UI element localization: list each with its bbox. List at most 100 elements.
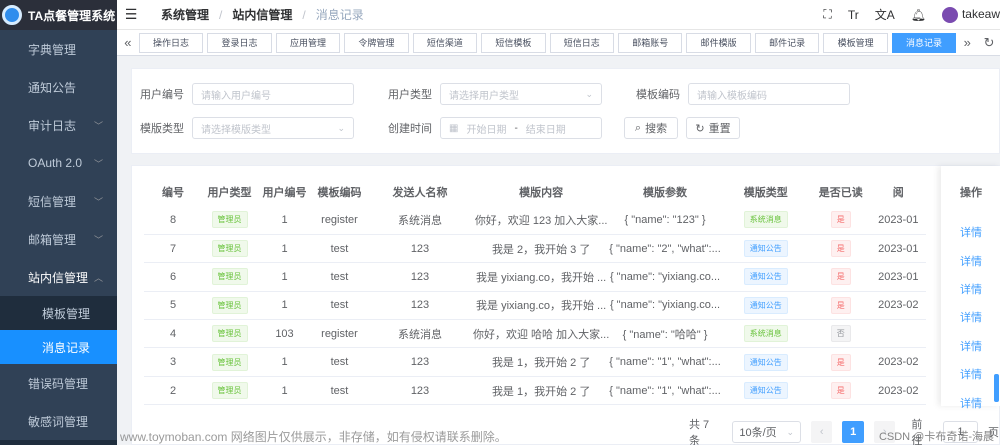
table-row[interactable]: 6 管理员 1 test 123 我是 yixiang.co，我开始 ...{ "name…	[144, 262, 926, 292]
detail-link[interactable]: 详情	[941, 388, 1000, 416]
page-size-select[interactable]: 10条/页 ⌄	[732, 421, 802, 443]
tags-scroll-left-icon[interactable]: «	[117, 35, 139, 50]
cell-user-type: 管理员	[202, 291, 257, 321]
cell-type: 通知公告	[720, 234, 811, 264]
font-size-icon[interactable]: Tr	[848, 8, 859, 22]
cell-code: test	[312, 291, 367, 321]
cell-sender: 123	[367, 291, 473, 321]
chevron-down-icon: ⌄	[585, 88, 593, 99]
sidebar-item[interactable]: 敏感词管理	[0, 402, 117, 440]
chevron-down-icon: ﹀	[93, 120, 103, 131]
start-date[interactable]: 开始日期	[466, 121, 506, 136]
cell-code: register	[312, 206, 367, 235]
sidebar-item[interactable]: 错误码管理	[0, 364, 117, 402]
sidebar-item[interactable]: 站内信管理 ︿	[0, 258, 117, 296]
detail-link[interactable]: 详情	[941, 275, 1000, 303]
sidebar-item[interactable]: 字典管理	[0, 30, 117, 68]
user-no-input[interactable]: 请输入用户编号	[192, 83, 354, 105]
detail-link[interactable]: 详情	[941, 303, 1000, 331]
user-menu[interactable]: takeaw	[941, 6, 1000, 23]
detail-link[interactable]: 详情	[941, 360, 1000, 388]
search-button[interactable]: ⌕ 搜索	[624, 117, 678, 139]
bell-icon[interactable]: 🔔︎	[911, 8, 926, 22]
message-table-card: 编号 用户类型 用户编号 模板编码 发送人名称 模版内容 模版参数 模版类型 是否已读 阅 8 管理…	[131, 165, 1000, 445]
cell-read: 否	[810, 319, 871, 349]
cell-content: 我是 2，我开始 3 了	[473, 234, 610, 264]
table-row[interactable]: 4 管理员 103 register 系统消息 你好，欢迎 哈哈 加入大家...{ "na…	[144, 319, 926, 349]
cell-type: 通知公告	[720, 291, 811, 321]
breadcrumb-item-notify[interactable]: 站内信管理	[232, 6, 292, 23]
page-number-current[interactable]: 1	[842, 421, 864, 443]
tag-item[interactable]: 邮件模版	[686, 32, 751, 53]
cell-user-type: 管理员	[202, 262, 257, 292]
refresh-icon: ↻	[695, 122, 705, 135]
tag-item[interactable]: 令牌管理	[344, 32, 409, 53]
prev-page-button[interactable]: ‹	[811, 421, 833, 443]
cell-id: 5	[144, 291, 202, 321]
cell-sender: 123	[367, 376, 473, 406]
tag-item[interactable]: 短信模板	[481, 32, 546, 53]
cell-sender: 123	[367, 347, 473, 377]
tag-item[interactable]: 邮件记录	[754, 32, 820, 53]
read-status-badge: 是	[830, 240, 851, 258]
tag-item[interactable]: 消息记录	[891, 32, 957, 53]
tag-item[interactable]: 登录日志	[207, 32, 272, 53]
table-row[interactable]: 8 管理员 1 register 系统消息 你好，欢迎 123 加入大家...{ "nam…	[144, 206, 926, 235]
refresh-icon[interactable]: ↻	[978, 35, 1000, 51]
cell-read-time: 2023-01	[870, 206, 926, 235]
template-code-input[interactable]: 请输入模板编码	[688, 83, 850, 105]
sidebar-item-label: 站内信管理	[28, 270, 89, 285]
cell-read-time	[870, 319, 926, 349]
tag-item[interactable]: 邮箱账号	[618, 32, 683, 53]
tag-item[interactable]: 模板管理	[823, 32, 888, 53]
breadcrumb-item-system[interactable]: 系统管理	[161, 6, 209, 23]
cell-read-time: 2023-02	[870, 347, 926, 377]
template-type-badge: 通知公告	[743, 268, 788, 286]
sidebar-item[interactable]: 审计日志 ﹀	[0, 106, 117, 144]
sidebar-item[interactable]: 消息记录	[0, 330, 117, 364]
detail-link[interactable]: 详情	[941, 332, 1000, 360]
detail-link[interactable]: 详情	[941, 246, 1000, 274]
action-column: 操作 详情 详情 详情 详情 详情 详情 详情	[941, 166, 1000, 410]
sidebar-item[interactable]: 短信管理 ﹀	[0, 182, 117, 220]
column-header: 用户类型	[207, 187, 252, 199]
scrollbar-thumb[interactable]	[994, 374, 999, 402]
read-status-badge: 是	[830, 296, 851, 314]
table-row[interactable]: 7 管理员 1 test 123 我是 2，我开始 3 了{ "name": "2", "…	[144, 234, 926, 264]
cell-user-no: 1	[257, 262, 312, 292]
cell-params: { "name": "1", "what":...	[609, 347, 721, 377]
app-logo	[2, 5, 22, 25]
sidebar-item-label: 通知公告	[28, 80, 77, 95]
hamburger-icon[interactable]: ☰	[117, 6, 145, 23]
chevron-down-icon: ⌄	[337, 122, 345, 133]
tag-item[interactable]: 短信日志	[549, 32, 614, 53]
table-row[interactable]: 5 管理员 1 test 123 我是 yixiang.co，我开始 ...{ "name…	[144, 291, 926, 321]
cell-params: { "name": "2", "what":...	[609, 234, 721, 264]
sidebar-item[interactable]: 邮箱管理 ﹀	[0, 220, 117, 258]
tag-item[interactable]: 操作日志	[138, 32, 204, 53]
action-header: 操作	[960, 187, 982, 199]
reset-button[interactable]: ↻ 重置	[686, 117, 740, 139]
fullscreen-icon[interactable]: ⛶	[823, 7, 831, 22]
cell-user-no: 103	[257, 319, 312, 349]
table-row[interactable]: 3 管理员 1 test 123 我是 1，我开始 2 了{ "name": "1", "…	[144, 347, 926, 377]
brand[interactable]: TA点餐管理系统	[0, 0, 117, 30]
detail-link[interactable]: 详情	[941, 218, 1000, 246]
cell-read: 是	[810, 206, 871, 235]
sidebar-item[interactable]: 通知公告	[0, 68, 117, 106]
date-range-picker[interactable]: ▦ 开始日期 - 结束日期	[440, 117, 602, 139]
cell-read-time: 2023-01	[870, 262, 926, 292]
tag-item[interactable]: 短信渠道	[412, 32, 478, 53]
language-icon[interactable]: 文A	[875, 6, 895, 23]
app-title: TA点餐管理系统	[28, 8, 116, 23]
end-date[interactable]: 结束日期	[526, 121, 566, 136]
sidebar-item[interactable]: 模板管理	[0, 296, 117, 330]
cell-id: 2	[144, 376, 202, 406]
sidebar-item-label: OAuth 2.0	[28, 156, 83, 170]
sidebar-item[interactable]: OAuth 2.0 ﹀	[0, 144, 117, 182]
tag-item[interactable]: 应用管理	[275, 32, 341, 53]
user-type-select[interactable]: 请选择用户类型 ⌄	[440, 83, 602, 105]
tags-scroll-right-icon[interactable]: »	[956, 35, 978, 50]
table-row[interactable]: 2 管理员 1 test 123 我是 1，我开始 2 了{ "name": "1", "…	[144, 376, 926, 406]
template-type-select[interactable]: 请选择模版类型 ⌄	[192, 117, 354, 139]
